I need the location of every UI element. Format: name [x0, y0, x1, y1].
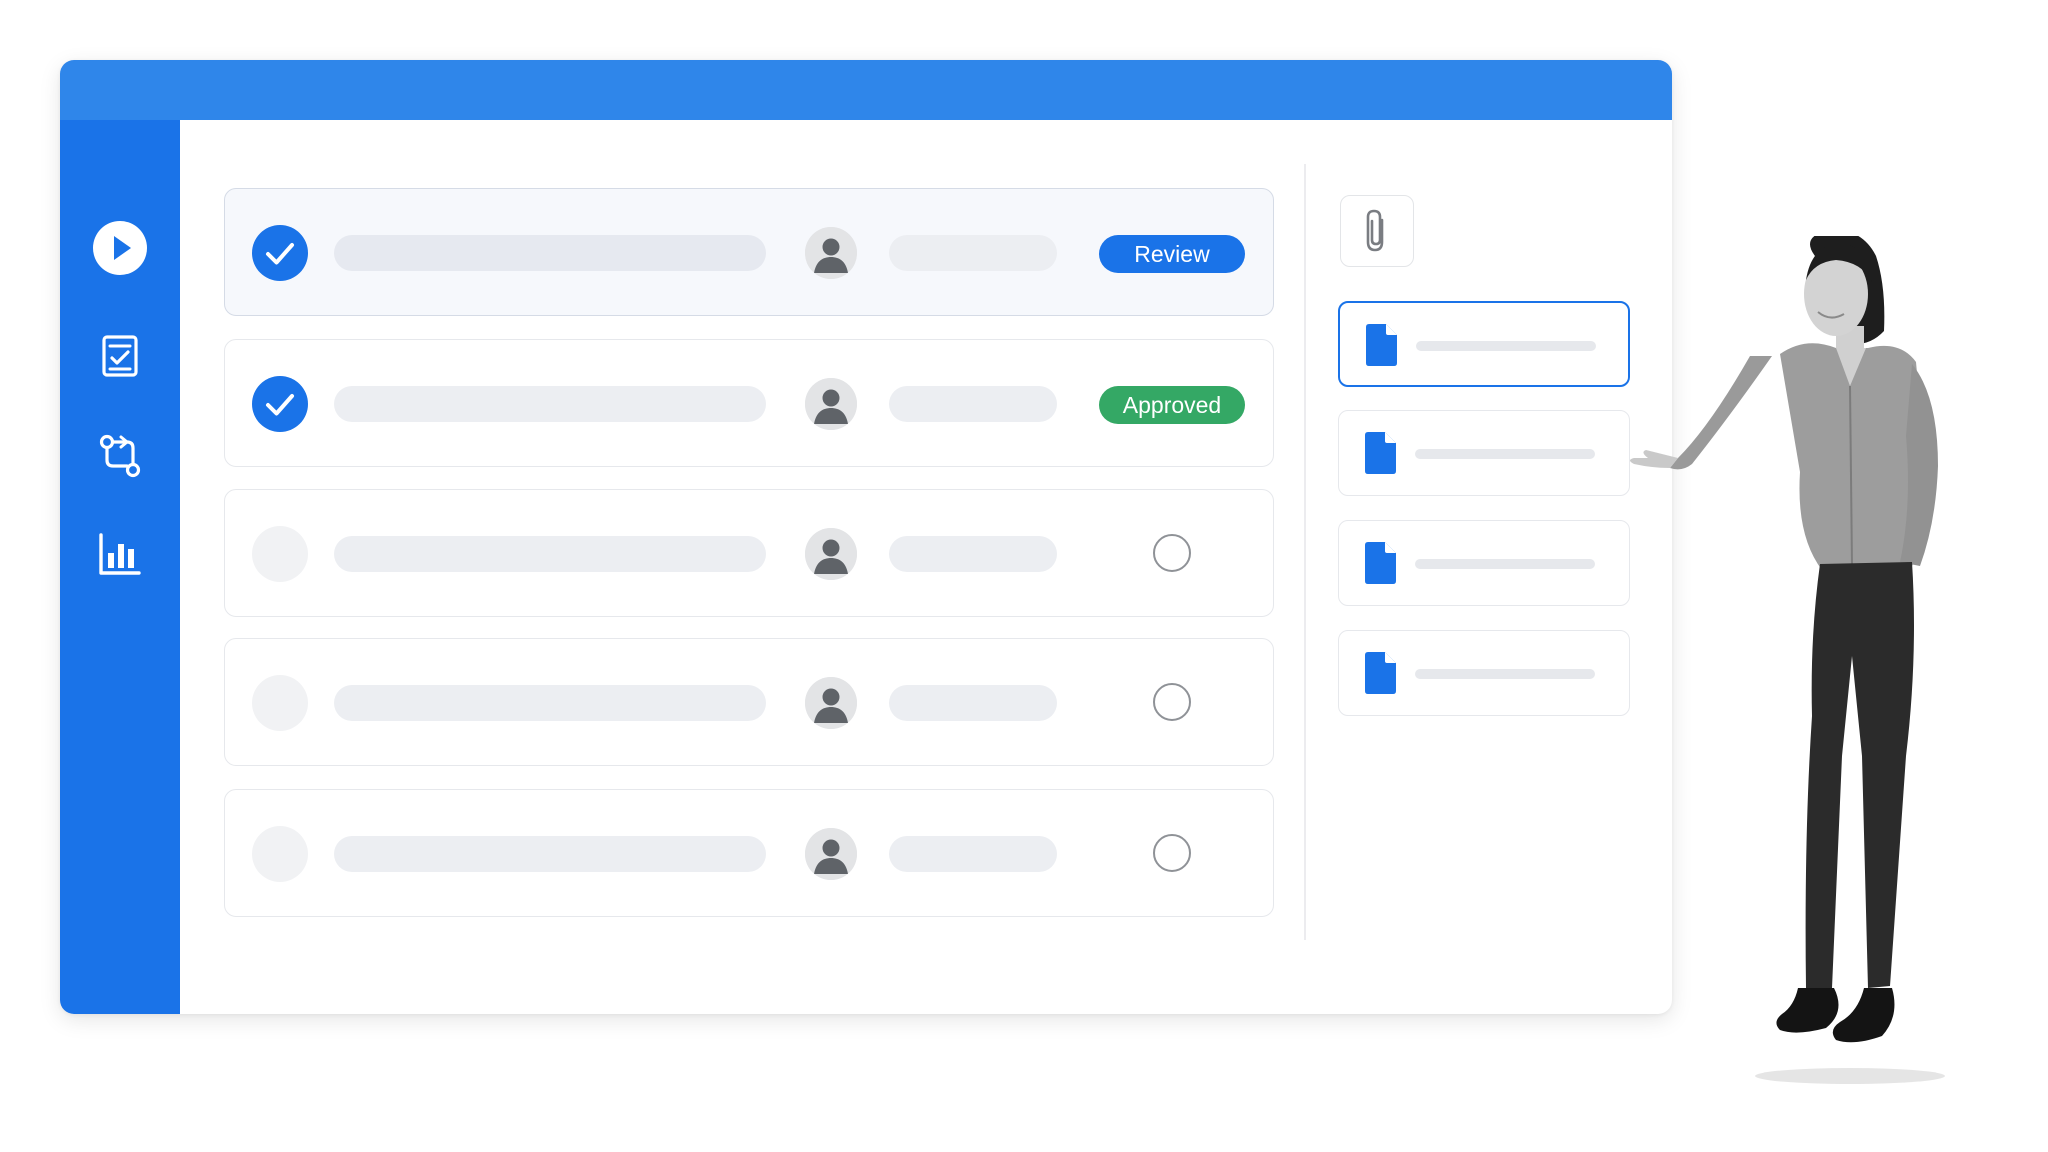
sidebar-item-workflow[interactable] [90, 426, 150, 486]
assignee-placeholder [889, 836, 1057, 872]
status-badge[interactable]: Review [1099, 235, 1245, 273]
presenter-person-illustration [1630, 236, 1945, 1084]
task-title-placeholder [334, 536, 766, 572]
avatar [805, 677, 857, 729]
task-title-placeholder [334, 235, 766, 271]
play-circle-icon [93, 221, 147, 275]
task-checkbox-checked[interactable] [252, 376, 308, 432]
user-icon [805, 828, 857, 880]
task-title-placeholder [334, 386, 766, 422]
top-bar [60, 60, 1672, 120]
panel-divider [1304, 164, 1306, 940]
attach-button[interactable] [1340, 195, 1414, 267]
checkmark-icon [252, 225, 308, 281]
assignee-placeholder [889, 536, 1057, 572]
file-name-placeholder [1415, 559, 1595, 569]
task-checkbox[interactable] [252, 526, 308, 582]
status-radio[interactable] [1153, 534, 1191, 572]
task-row[interactable]: Review [224, 188, 1274, 316]
workflow-icon [99, 434, 141, 478]
file-name-placeholder [1416, 341, 1596, 351]
bar-chart-icon [99, 533, 141, 575]
file-name-placeholder [1415, 669, 1595, 679]
assignee-placeholder [889, 235, 1057, 271]
user-icon [805, 378, 857, 430]
avatar [805, 828, 857, 880]
attachment-file[interactable] [1338, 301, 1630, 387]
assignee-placeholder [889, 685, 1057, 721]
task-title-placeholder [334, 836, 766, 872]
file-name-placeholder [1415, 449, 1595, 459]
user-icon [805, 227, 857, 279]
avatar [805, 528, 857, 580]
avatar [805, 378, 857, 430]
task-title-placeholder [334, 685, 766, 721]
task-row[interactable] [224, 489, 1274, 617]
avatar [805, 227, 857, 279]
status-badge[interactable]: Approved [1099, 386, 1245, 424]
paperclip-icon [1366, 209, 1384, 252]
document-icon [1363, 651, 1397, 695]
task-checkbox[interactable] [252, 675, 308, 731]
sidebar [60, 120, 180, 1014]
document-icon [1364, 323, 1398, 367]
status-radio[interactable] [1153, 834, 1191, 872]
task-checkbox[interactable] [252, 826, 308, 882]
task-row[interactable]: Approved [224, 339, 1274, 467]
checklist-icon [102, 335, 138, 377]
assignee-placeholder [889, 386, 1057, 422]
sidebar-item-reports[interactable] [90, 524, 150, 584]
checkmark-icon [252, 376, 308, 432]
status-radio[interactable] [1153, 683, 1191, 721]
attachment-file[interactable] [1338, 520, 1630, 606]
document-icon [1363, 431, 1397, 475]
sidebar-item-tasks[interactable] [90, 326, 150, 386]
document-icon [1363, 541, 1397, 585]
task-row[interactable] [224, 789, 1274, 917]
task-row[interactable] [224, 638, 1274, 766]
user-icon [805, 677, 857, 729]
app-window: Review Approved [60, 60, 1672, 1014]
attachment-file[interactable] [1338, 410, 1630, 496]
user-icon [805, 528, 857, 580]
sidebar-item-play[interactable] [90, 218, 150, 278]
attachment-file[interactable] [1338, 630, 1630, 716]
task-checkbox-checked[interactable] [252, 225, 308, 281]
